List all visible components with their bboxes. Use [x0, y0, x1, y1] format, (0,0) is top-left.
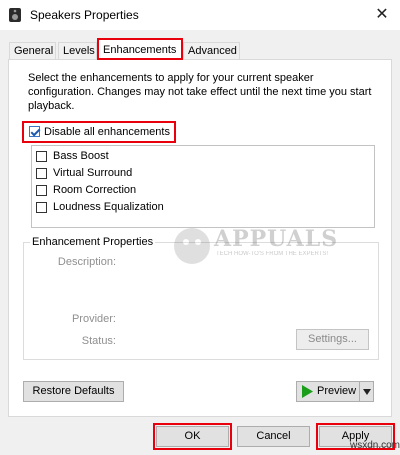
bass-boost-label[interactable]: Bass Boost: [53, 150, 109, 163]
virtual-surround-checkbox[interactable]: [36, 168, 47, 179]
chevron-down-icon: [362, 389, 371, 395]
provider-label: Provider:: [71, 313, 116, 325]
description-label: Description:: [57, 256, 116, 268]
tab-advanced[interactable]: Advanced: [183, 42, 240, 59]
restore-defaults-button[interactable]: Restore Defaults: [23, 381, 124, 402]
status-label: Status:: [81, 335, 116, 347]
loudness-equalization-label[interactable]: Loudness Equalization: [53, 201, 164, 214]
tab-bar: General Levels Enhancements Advanced: [0, 38, 400, 60]
room-correction-checkbox[interactable]: [36, 185, 47, 196]
watermark-tagline: TECH HOW-TO'S FROM THE EXPERTS!: [216, 251, 329, 257]
tab-levels[interactable]: Levels: [58, 42, 97, 59]
title-bar: Speakers Properties ✕: [0, 0, 400, 30]
tab-general[interactable]: General: [9, 42, 56, 59]
settings-button[interactable]: Settings...: [296, 329, 369, 350]
highlight-ok: [153, 423, 232, 450]
watermark-brand: APPUALS: [214, 226, 339, 252]
disable-all-label[interactable]: Disable all enhancements: [44, 126, 170, 139]
window-title: Speakers Properties: [30, 8, 139, 22]
site-watermark: wsxdn.com: [350, 440, 400, 451]
speaker-icon: [8, 7, 22, 23]
tab-enhancements[interactable]: Enhancements: [97, 38, 183, 60]
speakers-properties-dialog: Speakers Properties ✕ General Levels Enh…: [0, 0, 400, 455]
loudness-equalization-checkbox[interactable]: [36, 202, 47, 213]
bass-boost-checkbox[interactable]: [36, 151, 47, 162]
virtual-surround-label[interactable]: Virtual Surround: [53, 167, 132, 180]
preview-dropdown-button[interactable]: [359, 381, 374, 402]
preview-split-button[interactable]: Preview: [296, 381, 374, 402]
play-icon: [302, 385, 313, 398]
disable-all-checkbox[interactable]: [29, 126, 40, 137]
group-title: Enhancement Properties: [30, 236, 156, 248]
room-correction-label[interactable]: Room Correction: [53, 184, 136, 197]
intro-text: Select the enhancements to apply for you…: [28, 72, 372, 112]
close-icon[interactable]: ✕: [370, 4, 394, 26]
cancel-button[interactable]: Cancel: [237, 426, 310, 447]
